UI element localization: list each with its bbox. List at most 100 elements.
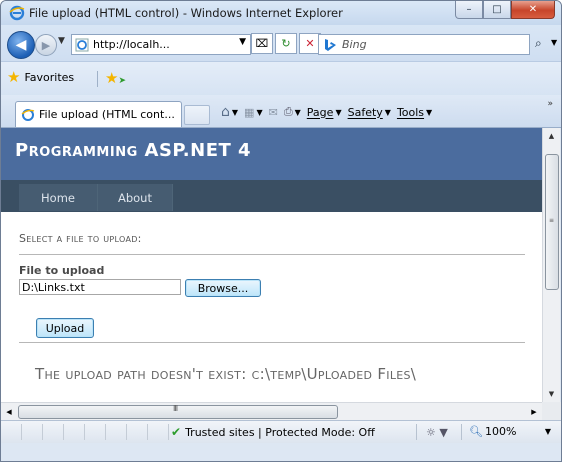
recent-pages-dropdown-icon[interactable]: ▼ (58, 36, 65, 46)
divider (19, 254, 525, 255)
favorites-label: Favorites (24, 70, 75, 84)
back-button[interactable]: ◀ (7, 31, 35, 59)
page-menu-label: Page (306, 105, 334, 119)
tab-label: File upload (HTML cont... (39, 108, 175, 121)
favorites-bar: ★ Favorites ★➤ (1, 61, 561, 96)
scroll-up-arrow-icon[interactable]: ▲ (543, 128, 560, 144)
zoom-dropdown-icon[interactable]: ▼ (545, 427, 551, 436)
safety-menu-dropdown-icon: ▼ (384, 107, 391, 117)
address-bar[interactable]: http://localh... ▼ (71, 34, 251, 55)
page-viewport: Programming ASP.NET 4 Home About Select … (1, 128, 542, 402)
read-mail-command[interactable]: ✉ (269, 106, 278, 119)
command-bar: ⌂ ▼ ▦ ▼ ✉ ⎙ ▼ Page ▼ Safety ▼ Tools ▼ (221, 104, 432, 120)
nav-item-home[interactable]: Home (19, 184, 98, 211)
divider (19, 342, 525, 343)
address-url: http://localh... (93, 38, 170, 51)
search-placeholder: Bing (342, 38, 367, 51)
upload-button[interactable]: Upload (36, 318, 94, 338)
tab-ie-icon (21, 108, 35, 121)
magnifier-icon: 🔍︎ (469, 425, 483, 438)
back-arrow-icon: ◀ (15, 37, 27, 53)
page-ie-icon (75, 38, 89, 51)
address-tools: ⌧ ↻ ✕ (251, 33, 321, 54)
scroll-left-arrow-icon[interactable]: ◀ (1, 403, 17, 420)
address-toolbar: ◀ ▶ ▼ http://localh... ▼ ⌧ ↻ ✕ Bing ⌕ ▼ (1, 25, 561, 61)
privacy-globe-icon[interactable]: ☼ ▼ (426, 426, 448, 439)
status-cell (22, 424, 43, 440)
status-separator (461, 424, 462, 440)
search-options-dropdown-icon[interactable]: ▼ (551, 38, 557, 47)
zoom-level: 100% (484, 425, 517, 438)
vertical-scroll-thumb[interactable]: ≡ (545, 154, 559, 290)
close-button[interactable]: ✕ (511, 1, 555, 19)
minimize-button[interactable]: – (455, 1, 483, 19)
favorites-button[interactable]: ★ Favorites (7, 68, 75, 86)
bing-logo-icon (325, 38, 336, 51)
home-command[interactable]: ⌂ ▼ (221, 104, 238, 120)
safety-menu[interactable]: Safety ▼ (348, 106, 391, 119)
security-zone[interactable]: ✔ Trusted sites | Protected Mode: Off (171, 425, 375, 439)
vertical-scrollbar[interactable]: ▲ ≡ ▼ (542, 128, 560, 402)
browse-button[interactable]: Browse... (185, 279, 261, 297)
horizontal-scroll-thumb[interactable]: III (18, 404, 338, 419)
forward-arrow-icon: ▶ (41, 38, 51, 52)
forward-button[interactable]: ▶ (35, 34, 57, 56)
compatibility-view-icon[interactable]: ⌧ (251, 33, 273, 54)
status-cell (1, 424, 22, 440)
maximize-button[interactable]: □ (483, 1, 511, 19)
status-bar: ✔ Trusted sites | Protected Mode: Off ☼ … (1, 420, 561, 443)
nav-item-about[interactable]: About (98, 184, 173, 211)
window-controls: – □ ✕ (455, 1, 555, 19)
print-dropdown-icon: ▼ (294, 107, 301, 117)
horizontal-scrollbar[interactable]: ◀ III ▶ (1, 402, 542, 420)
toolbar-overflow-chevron-icon[interactable]: » (547, 99, 553, 109)
site-nav: Home About (1, 180, 542, 212)
status-cell (85, 424, 106, 440)
tab-row: File upload (HTML cont... ⌂ ▼ ▦ ▼ ✉ ⎙ ▼ Pag… (1, 95, 561, 128)
tab-file-upload[interactable]: File upload (HTML cont... (15, 101, 182, 127)
feeds-command[interactable]: ▦ ▼ (244, 106, 263, 119)
zoom-control[interactable]: 🔍︎ 100% (469, 425, 516, 438)
print-command[interactable]: ⎙ ▼ (284, 105, 301, 119)
search-go-icon[interactable]: ⌕ (535, 36, 542, 51)
search-input[interactable]: Bing (318, 34, 530, 55)
section-heading: Select a file to upload: (19, 232, 142, 245)
status-cell (127, 424, 148, 440)
trusted-checkmark-icon: ✔ (171, 425, 182, 439)
site-header: Programming ASP.NET 4 (1, 128, 542, 180)
status-cells (1, 424, 169, 440)
safety-menu-label: Safety (347, 105, 383, 119)
printer-icon: ⎙ (283, 105, 293, 118)
ie-logo-icon (9, 5, 25, 21)
status-separator (416, 424, 417, 440)
title-bar: File upload (HTML control) - Windows Int… (1, 1, 561, 25)
window-title: File upload (HTML control) - Windows Int… (29, 6, 343, 20)
feeds-icon: ▦ (244, 105, 255, 119)
tools-menu[interactable]: Tools ▼ (397, 106, 432, 119)
upload-status-message: The upload path doesn't exist: c:\temp\U… (35, 365, 417, 383)
feeds-dropdown-icon: ▼ (256, 107, 263, 117)
status-cell (64, 424, 85, 440)
site-title: Programming ASP.NET 4 (15, 140, 252, 161)
scroll-grip-icon: ≡ (549, 217, 555, 224)
page-menu[interactable]: Page ▼ (307, 106, 342, 119)
status-cell (148, 424, 169, 440)
new-tab-button[interactable] (184, 105, 210, 125)
scroll-down-arrow-icon[interactable]: ▼ (543, 386, 560, 402)
home-icon: ⌂ (221, 104, 230, 120)
status-cell (43, 424, 64, 440)
tools-menu-label: Tools (396, 105, 425, 119)
add-to-favorites-bar-icon[interactable]: ★➤ (105, 69, 126, 87)
refresh-icon[interactable]: ↻ (275, 33, 297, 54)
file-field-label: File to upload (19, 264, 105, 277)
file-path-input[interactable] (19, 279, 181, 295)
mail-icon: ✉ (268, 105, 278, 119)
favorites-separator (97, 71, 98, 87)
favorites-star-icon: ★ (7, 68, 21, 86)
scroll-right-arrow-icon[interactable]: ▶ (526, 403, 542, 420)
status-cell (106, 424, 127, 440)
address-dropdown-icon[interactable]: ▼ (239, 37, 246, 47)
page-menu-dropdown-icon: ▼ (335, 107, 342, 117)
scroll-grip-icon: III (173, 404, 178, 413)
tools-menu-dropdown-icon: ▼ (426, 107, 433, 117)
